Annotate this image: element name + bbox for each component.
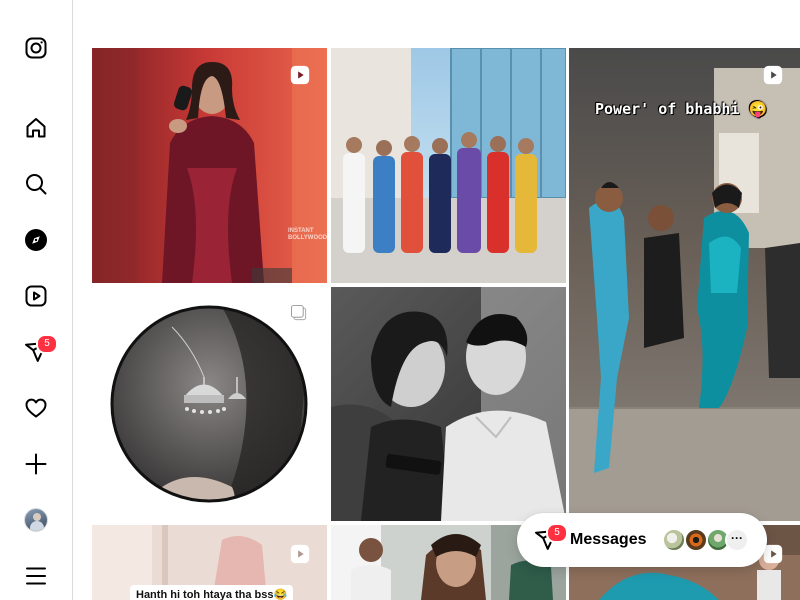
post-tile-1[interactable]: INSTANT BOLLYWOOD [92, 48, 327, 283]
reel-indicator-icon [763, 65, 783, 85]
post-tile-5[interactable] [331, 287, 566, 521]
post-tile-3[interactable]: Power' of bhabhi 😜 [569, 48, 800, 521]
message-avatar-1 [662, 528, 686, 552]
post-tile-6[interactable]: Hanth hi toh htaya tha bss😂 [92, 525, 327, 600]
post-overlay-text: Power' of bhabhi 😜 [595, 100, 768, 118]
search-icon[interactable] [24, 172, 48, 196]
create-icon[interactable] [24, 452, 48, 476]
heart-icon[interactable] [24, 396, 48, 420]
post-caption-text: Hanth hi toh htaya tha bss😂 [130, 585, 294, 600]
messages-widget[interactable]: 5 Messages ··· [517, 513, 767, 567]
post-tile-2[interactable] [331, 48, 566, 283]
post-image-dance [569, 48, 800, 521]
messages-widget-badge: 5 [546, 523, 568, 543]
post-image-couple [331, 287, 566, 521]
reel-indicator-icon [290, 544, 310, 564]
reels-icon[interactable] [24, 284, 48, 308]
post-image-group [331, 48, 566, 283]
menu-icon[interactable] [24, 564, 48, 588]
messages-badge: 5 [36, 334, 58, 354]
sidebar: 5 [0, 0, 73, 600]
carousel-indicator-icon [291, 305, 307, 321]
message-avatar-2 [684, 528, 708, 552]
messages-icon[interactable]: 5 [24, 334, 58, 364]
post-tile-4[interactable] [92, 287, 327, 522]
profile-avatar[interactable] [24, 508, 48, 532]
home-icon[interactable] [24, 116, 48, 140]
instagram-logo-icon[interactable] [24, 36, 48, 60]
more-conversations-icon: ··· [725, 528, 749, 552]
explore-icon[interactable] [24, 228, 48, 252]
post-watermark: INSTANT BOLLYWOOD [288, 228, 327, 241]
avatar [24, 508, 48, 532]
reel-indicator-icon [290, 65, 310, 85]
messages-label: Messages [570, 531, 647, 548]
